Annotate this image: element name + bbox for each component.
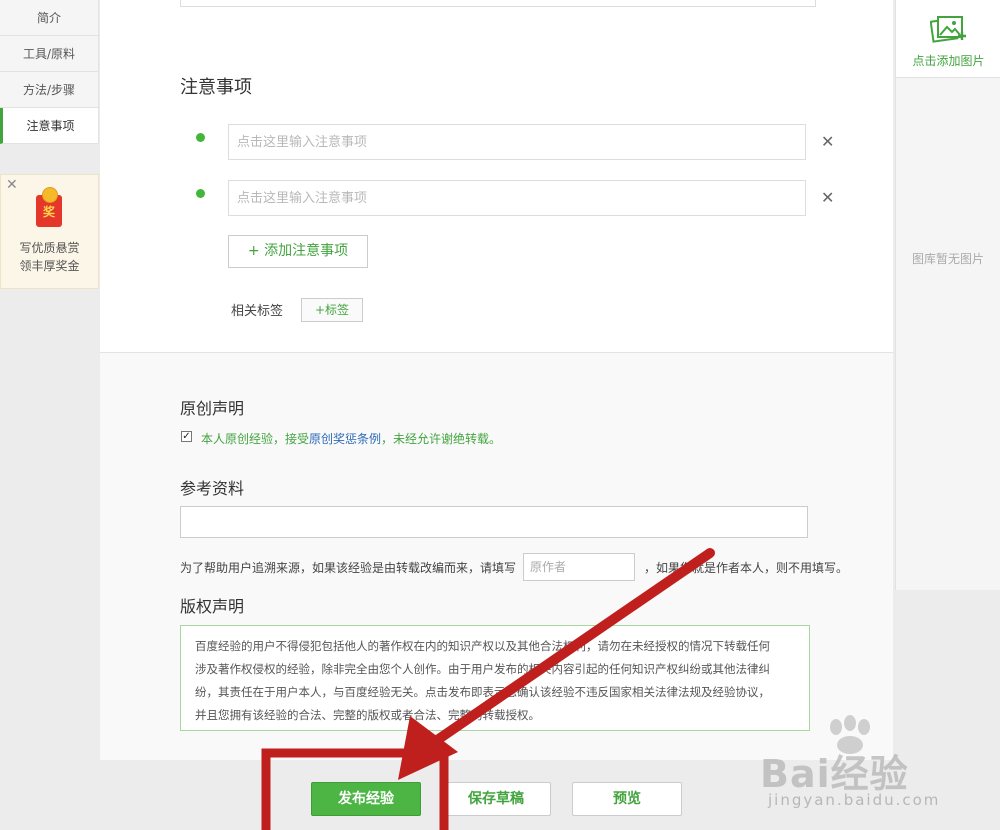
note-input-2[interactable] xyxy=(228,180,806,216)
note-input-1[interactable] xyxy=(228,124,806,160)
close-icon[interactable]: ✕ xyxy=(6,177,18,193)
add-note-button[interactable]: + 添加注意事项 xyxy=(228,235,368,268)
add-image-button[interactable]: 点击添加图片 xyxy=(896,0,1000,78)
reference-title: 参考资料 xyxy=(180,479,245,498)
tags-label: 相关标签 xyxy=(231,304,284,319)
original-text-before: 本人原创经验，接受 xyxy=(201,432,310,446)
add-image-icon xyxy=(930,16,966,43)
copyright-line: 纷，其责任在于用户本人，与百度经验无关。点击发布即表示您确认该经验不违反国家相关… xyxy=(195,685,770,699)
copyright-line: 百度经验的用户不得侵犯包括他人的著作权在内的知识产权以及其他合法权利，请勿在未经… xyxy=(195,639,770,653)
nav-item-intro[interactable]: 简介 xyxy=(0,0,98,36)
delete-note-1-icon[interactable]: ✕ xyxy=(821,132,834,151)
original-author-input[interactable] xyxy=(523,553,635,581)
original-checkbox[interactable]: ✓ xyxy=(181,431,192,442)
note-bullet xyxy=(196,133,205,142)
notes-title: 注意事项 xyxy=(180,77,252,98)
promo-text: 写优质悬赏 领丰厚奖金 xyxy=(1,239,98,275)
nav-item-steps[interactable]: 方法/步骤 xyxy=(0,72,98,108)
previous-section-box xyxy=(180,0,816,7)
reference-hint-after: ，如果您就是作者本人，则不用填写。 xyxy=(644,561,849,575)
publish-button[interactable]: 发布经验 xyxy=(311,782,421,816)
red-envelope-icon: 奖 xyxy=(36,187,62,227)
original-statement: 本人原创经验，接受原创奖惩条例，未经允许谢绝转载。 xyxy=(201,430,501,447)
promo-line-2: 领丰厚奖金 xyxy=(19,259,80,273)
reference-textarea[interactable] xyxy=(180,506,808,538)
copyright-line: 并且您拥有该经验的合法、完整的版权或者合法、完整的转载授权。 xyxy=(195,708,540,722)
editor-main: 注意事项 ✕ ✕ + 添加注意事项 相关标签 +标签 原创声明 ✓ 本人原创经验… xyxy=(100,0,893,760)
promo-line-1: 写优质悬赏 xyxy=(19,241,80,255)
left-nav: 简介 工具/原料 方法/步骤 注意事项 xyxy=(0,0,99,144)
nav-item-tools[interactable]: 工具/原料 xyxy=(0,36,98,72)
preview-button[interactable]: 预览 xyxy=(572,782,682,816)
copyright-line: 涉及著作权侵权的经验，除非完全由您个人创作。由于用户发布的相关内容引起的任何知识… xyxy=(195,662,770,676)
save-draft-button[interactable]: 保存草稿 xyxy=(441,782,551,816)
nav-item-notes[interactable]: 注意事项 xyxy=(0,108,98,144)
add-image-label: 点击添加图片 xyxy=(912,54,985,68)
reward-promo[interactable]: ✕ 奖 写优质悬赏 领丰厚奖金 xyxy=(0,174,99,289)
note-bullet xyxy=(196,189,205,198)
add-tag-button[interactable]: +标签 xyxy=(301,298,363,322)
copyright-text-box: 百度经验的用户不得侵犯包括他人的著作权在内的知识产权以及其他合法权利，请勿在未经… xyxy=(180,625,810,731)
empty-library-text: 图库暂无图片 xyxy=(911,252,984,266)
watermark-url: jingyan.baidu.com xyxy=(768,791,941,809)
copyright-title: 版权声明 xyxy=(180,597,245,616)
original-text-after: ，未经允许谢绝转载。 xyxy=(381,432,502,446)
reference-hint-before: 为了帮助用户追溯来源，如果该经验是由转载改编而来，请填写 xyxy=(180,561,517,575)
original-title: 原创声明 xyxy=(180,399,245,418)
delete-note-2-icon[interactable]: ✕ xyxy=(821,188,834,207)
declaration-section: 原创声明 ✓ 本人原创经验，接受原创奖惩条例，未经允许谢绝转载。 参考资料 为了… xyxy=(100,352,893,760)
reward-rules-link[interactable]: 原创奖惩条例 xyxy=(309,432,381,446)
image-library-panel: 点击添加图片 图库暂无图片 xyxy=(895,0,1000,590)
